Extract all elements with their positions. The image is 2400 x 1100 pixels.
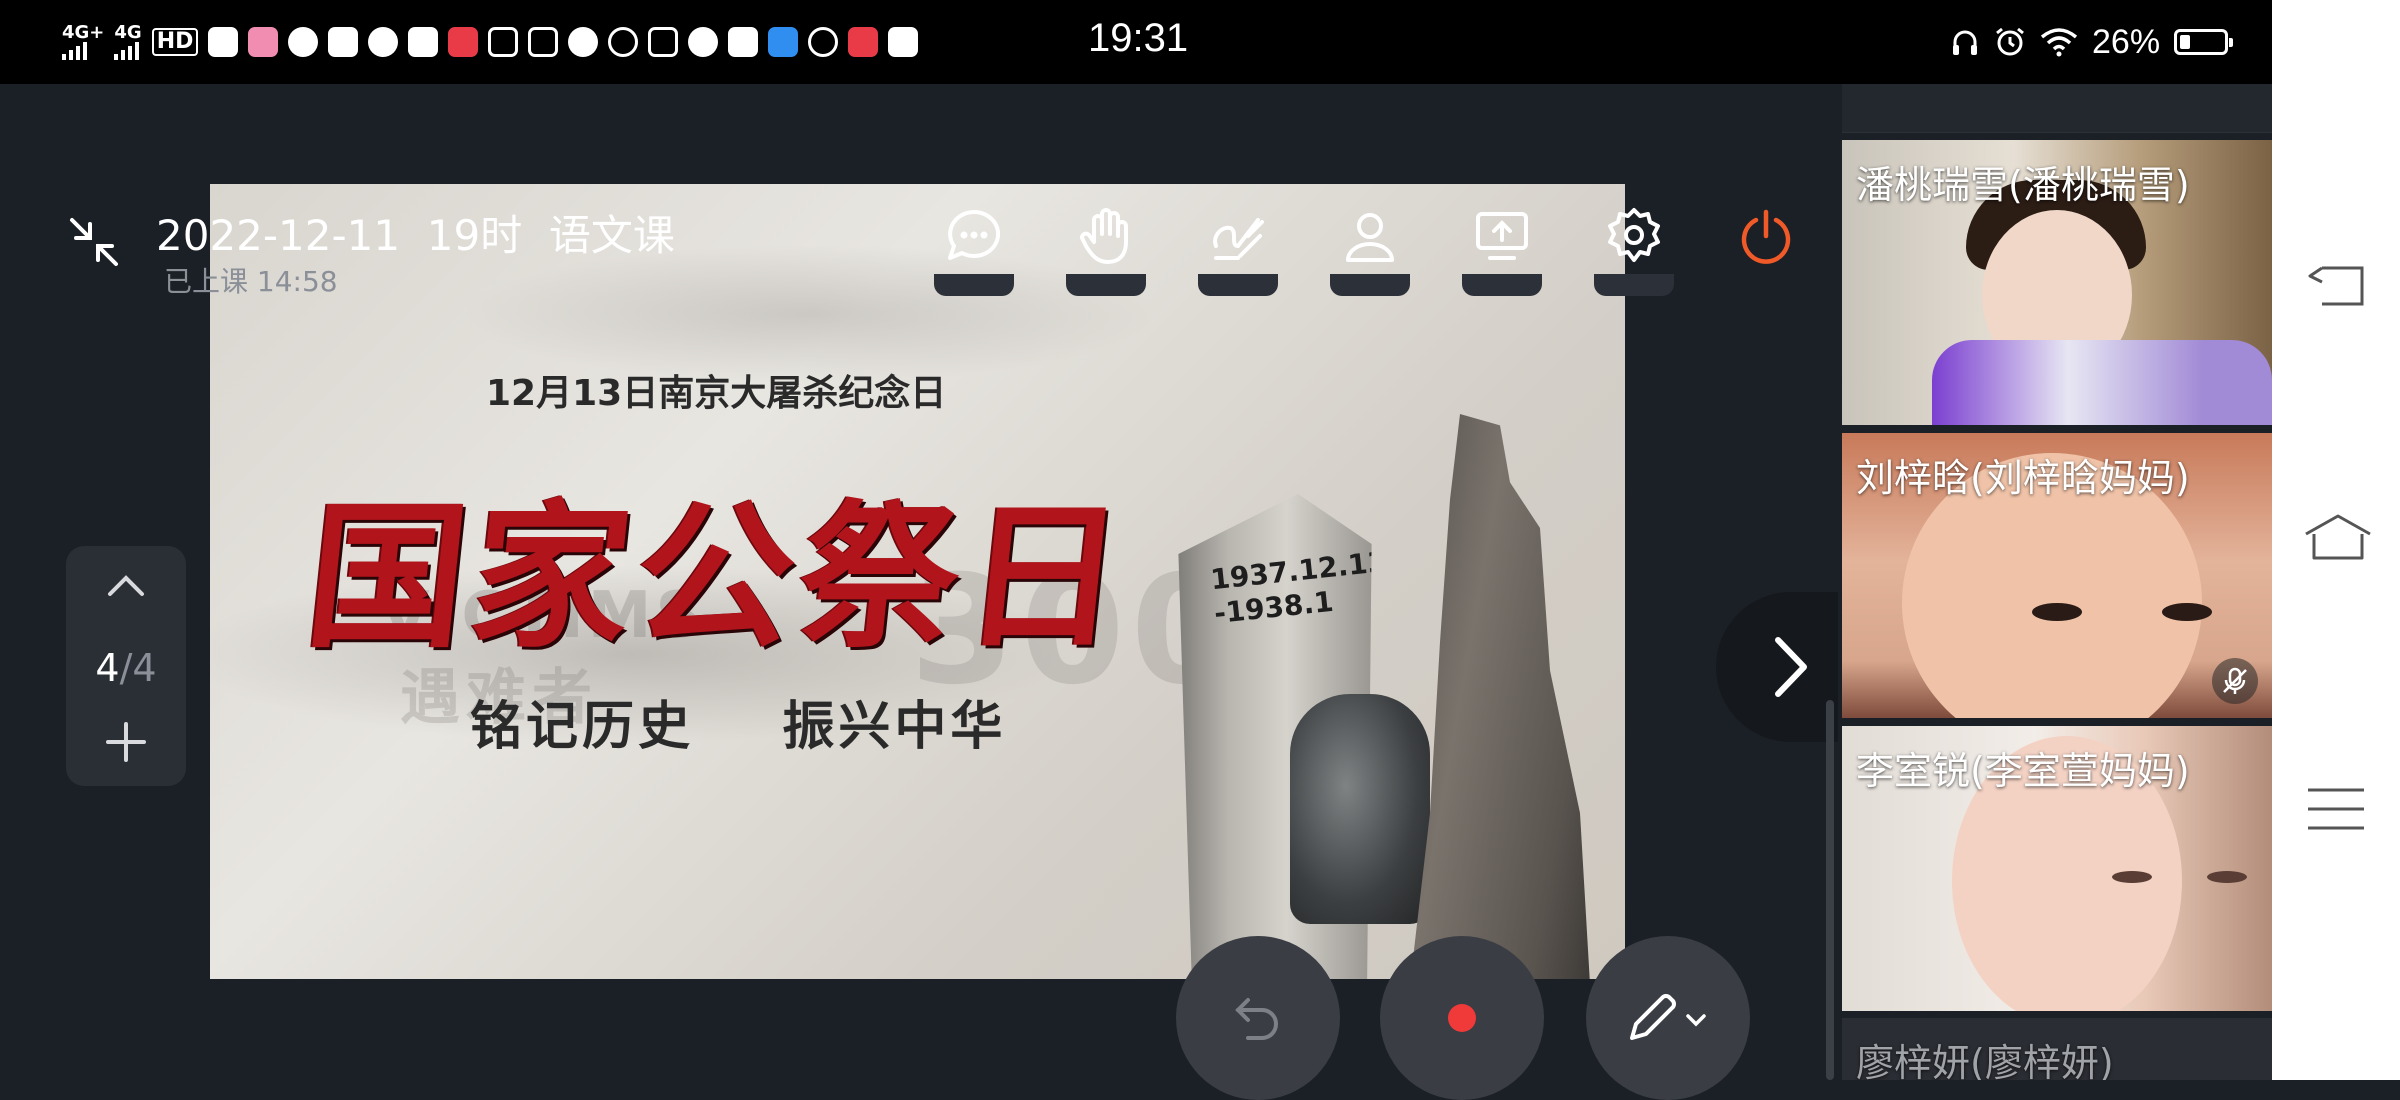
undo-button[interactable] <box>1176 936 1340 1100</box>
button-tab <box>1330 274 1410 296</box>
raise-hand-icon <box>1080 208 1128 264</box>
battery-percent: 26% <box>2092 22 2161 61</box>
wechat-icon <box>288 27 319 57</box>
settings-button[interactable] <box>1584 206 1684 296</box>
battery-icon <box>2174 29 2234 55</box>
headphones-icon <box>1953 30 1977 55</box>
meeting-title: 2022-12-11 19时 语文课 <box>156 211 675 260</box>
participant-name: 刘梓晗(刘梓晗妈妈) <box>1856 456 2190 500</box>
button-tab <box>1462 274 1542 296</box>
slide-subtitle: 12月13日南京大屠杀纪念日 <box>486 373 947 414</box>
memorial-bell-image <box>1290 694 1430 924</box>
total-pages: /4 <box>119 646 157 690</box>
chevron-right-icon <box>1775 637 1807 697</box>
participant-video-tile[interactable]: 潘桃瑞雪(潘桃瑞雪) <box>1842 140 2272 425</box>
record-button[interactable] <box>1380 936 1544 1100</box>
share-screen-button[interactable] <box>1452 206 1552 296</box>
slide-title: 国家公祭日 <box>298 485 1139 670</box>
back-icon[interactable] <box>2302 262 2370 310</box>
qq-icon <box>368 27 399 57</box>
app-icon <box>528 27 559 57</box>
presentation-slide[interactable]: VICTIMS 遇难者 3000 12月13日南京大屠杀纪念日 国家公祭日 铭记… <box>210 184 1625 979</box>
button-tab <box>1198 274 1278 296</box>
system-nav-bar <box>2272 0 2400 1080</box>
elapsed-time: 已上课 14:58 <box>164 265 338 298</box>
participant-video-tile[interactable]: 刘梓晗(刘梓晗妈妈) <box>1842 433 2272 718</box>
chat-button[interactable] <box>924 206 1024 296</box>
menu-icon[interactable] <box>2302 784 2370 834</box>
participant-name: 潘桃瑞雪(潘桃瑞雪) <box>1856 163 2190 207</box>
participants-button[interactable] <box>1320 206 1420 296</box>
app-icon <box>808 27 839 57</box>
mail-icon <box>728 27 759 57</box>
chat-icon <box>948 209 1001 260</box>
mic-muted-icon <box>2212 658 2258 704</box>
monument-inscription: 1937.12.13 -1938.1 <box>1208 544 1389 631</box>
telegram-icon <box>208 27 239 57</box>
participant-name: 李室锐(李室萱妈妈) <box>1856 749 2190 793</box>
signal-label: 4G <box>114 22 142 43</box>
page-counter: 4/4 <box>66 646 186 690</box>
participant-name: 廖梓妍(廖梓妍) <box>1856 1041 2114 1080</box>
next-slide-button[interactable] <box>1716 592 1856 742</box>
power-icon <box>1741 209 1791 264</box>
share-screen-icon <box>1476 212 1528 260</box>
app-icon <box>488 27 519 57</box>
app-icon <box>248 27 279 57</box>
panel-top-strip <box>1842 84 2272 133</box>
settings-icon <box>1608 208 1660 262</box>
annotate-icon <box>1213 218 1264 260</box>
record-icon <box>1448 1004 1476 1032</box>
app-icon <box>888 27 919 57</box>
app-icon <box>688 27 719 57</box>
tiktok-lite-icon <box>848 27 879 57</box>
button-tab <box>1066 274 1146 296</box>
panel-scrollbar[interactable] <box>1826 700 1834 1080</box>
tiktok-icon <box>608 27 639 57</box>
participant-video-tile[interactable]: 廖梓妍(廖梓妍) <box>1842 1018 2272 1080</box>
pen-icon <box>1630 994 1706 1040</box>
annotate-button[interactable] <box>1188 206 1288 296</box>
video-content <box>1932 340 2272 425</box>
current-page: 4 <box>95 646 120 690</box>
pen-tool-button[interactable] <box>1586 936 1750 1100</box>
app-icon <box>408 27 439 57</box>
top-toolbar <box>924 206 1816 296</box>
participants-icon <box>1346 213 1394 262</box>
app-icon <box>448 27 479 57</box>
add-page-icon[interactable] <box>100 716 152 768</box>
status-right: 26% <box>1950 18 2234 66</box>
raise-hand-button[interactable] <box>1056 206 1156 296</box>
signal-bars-icon <box>62 42 87 60</box>
hd-voice-icon: HD <box>151 28 199 56</box>
clock: 19:31 <box>1088 16 1189 60</box>
participant-video-tile[interactable]: 李室锐(李室萱妈妈) <box>1842 726 2272 1011</box>
leave-meeting-button[interactable] <box>1716 206 1816 292</box>
alarm-icon <box>1996 27 2024 56</box>
home-icon[interactable] <box>2302 512 2374 562</box>
signal-bars-icon <box>114 42 140 60</box>
main-stage: VICTIMS 遇难者 3000 12月13日南京大屠杀纪念日 国家公祭日 铭记… <box>0 84 1856 1100</box>
button-tab <box>934 274 1014 296</box>
undo-icon <box>1235 998 1278 1040</box>
slide-motto: 铭记历史 振兴中华 <box>470 697 1007 757</box>
previous-page-icon[interactable] <box>102 566 150 602</box>
wifi-icon <box>2040 28 2078 57</box>
signal-label: 4G+ <box>62 22 105 43</box>
video-icon <box>328 27 359 57</box>
compass-icon <box>568 27 599 57</box>
collapse-icon[interactable] <box>66 214 122 270</box>
signal-4g: 4G <box>114 22 142 60</box>
status-left: 4G+ 4G HD <box>62 18 919 66</box>
app-icon <box>768 27 799 57</box>
signal-4g-plus: 4G+ <box>62 24 104 60</box>
page-navigator: 4/4 <box>66 546 186 786</box>
status-bar: 4G+ 4G HD 19:31 26% <box>0 0 2272 84</box>
button-tab <box>1594 274 1674 296</box>
app-icon <box>648 27 679 57</box>
